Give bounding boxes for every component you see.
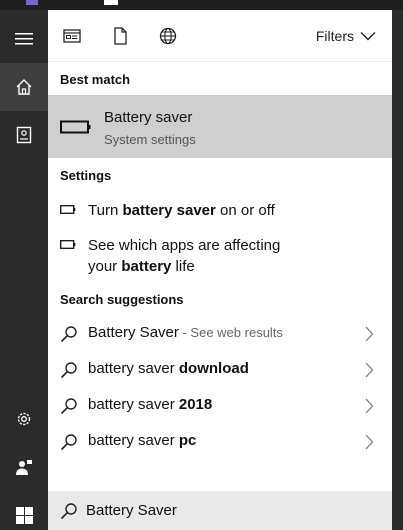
search-icon (60, 434, 77, 451)
suggestion-item[interactable]: Battery Saver - See web results (48, 316, 392, 352)
search-suggestions-heading: Search suggestions (60, 292, 184, 307)
search-box[interactable] (48, 491, 392, 530)
search-icon (60, 398, 77, 415)
chevron-down-icon (360, 32, 376, 41)
search-icon (60, 362, 77, 379)
suggestion-bold: 2018 (178, 396, 213, 413)
filter-toolbar: Filters (48, 10, 392, 62)
notebook-icon (16, 126, 32, 144)
settings-gear-icon (17, 412, 31, 426)
menu-button[interactable] (0, 15, 48, 63)
search-icon (60, 503, 77, 520)
desktop-icon-1 (26, 0, 38, 5)
home-icon (16, 79, 32, 95)
feedback-icon (16, 460, 32, 475)
setting-turn-battery-saver[interactable]: Turn battery saver on or off (48, 199, 392, 223)
search-input[interactable] (86, 498, 376, 522)
document-icon[interactable] (110, 26, 130, 46)
best-match-result[interactable]: Battery saver System settings (48, 95, 392, 158)
suggestion-bold: download (178, 360, 249, 377)
chevron-right-icon (365, 362, 374, 378)
best-match-subtitle: System settings (104, 132, 196, 147)
battery-icon (60, 120, 91, 134)
desktop-icon-2 (104, 0, 118, 5)
start-button[interactable] (0, 491, 48, 530)
suggestion-text: battery saver (88, 396, 179, 413)
chevron-right-icon (365, 326, 374, 342)
suggestion-item[interactable]: battery saver 2018 (48, 388, 392, 424)
suggestion-text: battery saver (88, 432, 179, 449)
chevron-right-icon (365, 398, 374, 414)
notebook-button[interactable] (0, 111, 48, 159)
suggestion-text: Battery Saver (88, 324, 179, 341)
search-results-panel: Filters Best match Battery saver System … (48, 10, 392, 530)
search-icon (60, 326, 77, 343)
suggestion-item[interactable]: battery saver download (48, 352, 392, 388)
suggestion-item[interactable]: battery saver pc (48, 424, 392, 460)
setting-apps-affecting-battery[interactable]: See which apps are affecting your batter… (48, 234, 392, 280)
settings-heading: Settings (60, 168, 112, 183)
settings-button[interactable] (0, 395, 48, 443)
home-button[interactable] (0, 63, 48, 111)
suggestion-bold: pc (178, 432, 197, 449)
apps-icon[interactable] (62, 26, 82, 46)
best-match-title: Battery saver (104, 109, 193, 126)
chevron-right-icon (365, 434, 374, 450)
feedback-button[interactable] (0, 443, 48, 491)
filters-label: Filters (315, 28, 354, 44)
battery-outline-icon (60, 240, 76, 249)
hamburger-icon (15, 33, 33, 45)
setting-label: Turn battery saver on or off (88, 202, 275, 219)
globe-icon[interactable] (158, 26, 178, 46)
best-match-heading: Best match (60, 72, 131, 87)
battery-outline-icon (60, 205, 76, 214)
filters-dropdown[interactable]: Filters (316, 28, 376, 44)
right-gutter (392, 10, 403, 530)
left-rail (0, 10, 48, 530)
suggestion-hint: - See web results (178, 325, 283, 340)
setting-label: See which apps are affecting your batter… (88, 237, 281, 275)
suggestion-text: battery saver (88, 360, 179, 377)
desktop-strip (0, 0, 403, 10)
windows-start-icon (15, 506, 33, 524)
